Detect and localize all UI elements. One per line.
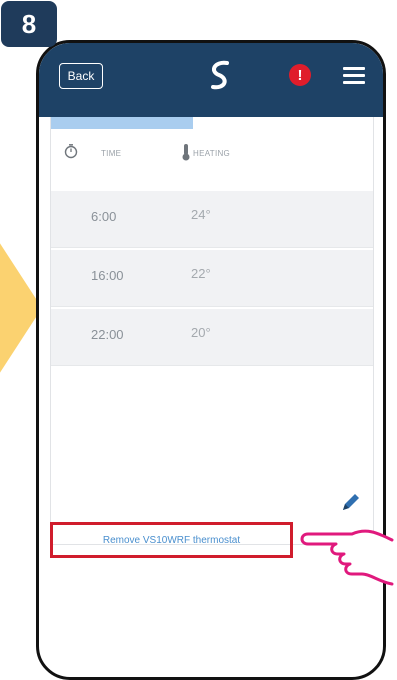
- row-time: 16:00: [91, 268, 124, 283]
- row-temperature: 24°: [191, 207, 211, 222]
- edit-pencil-icon[interactable]: [339, 492, 361, 514]
- schedule-card: TIME HEATING 6:00 24° 16:00 22° 22:00 20…: [50, 117, 374, 545]
- stopwatch-icon: [64, 144, 78, 159]
- step-number: 8: [21, 8, 37, 39]
- schedule-row: 16:00 22°: [51, 250, 373, 307]
- back-button[interactable]: Back: [59, 63, 103, 89]
- remove-thermostat-highlight: Remove VS10WRF thermostat: [50, 522, 293, 558]
- pointing-hand-icon: [300, 529, 394, 586]
- schedule-row: 6:00 24°: [51, 191, 373, 248]
- time-column-header: TIME: [101, 149, 122, 158]
- app-header: Back !: [39, 43, 383, 117]
- progress-bar: [51, 117, 193, 129]
- salus-logo-icon: [211, 60, 229, 90]
- step-badge: 8: [1, 1, 57, 47]
- row-time: 6:00: [91, 209, 117, 224]
- row-temperature: 22°: [191, 266, 211, 281]
- schedule-row: 22:00 20°: [51, 309, 373, 366]
- heating-column-header: HEATING: [193, 149, 231, 158]
- thermometer-icon: [182, 144, 190, 161]
- hamburger-menu-icon[interactable]: [343, 67, 365, 85]
- alert-icon[interactable]: !: [289, 64, 311, 86]
- row-time: 22:00: [91, 327, 124, 342]
- row-temperature: 20°: [191, 325, 211, 340]
- remove-thermostat-link[interactable]: Remove VS10WRF thermostat: [103, 535, 240, 546]
